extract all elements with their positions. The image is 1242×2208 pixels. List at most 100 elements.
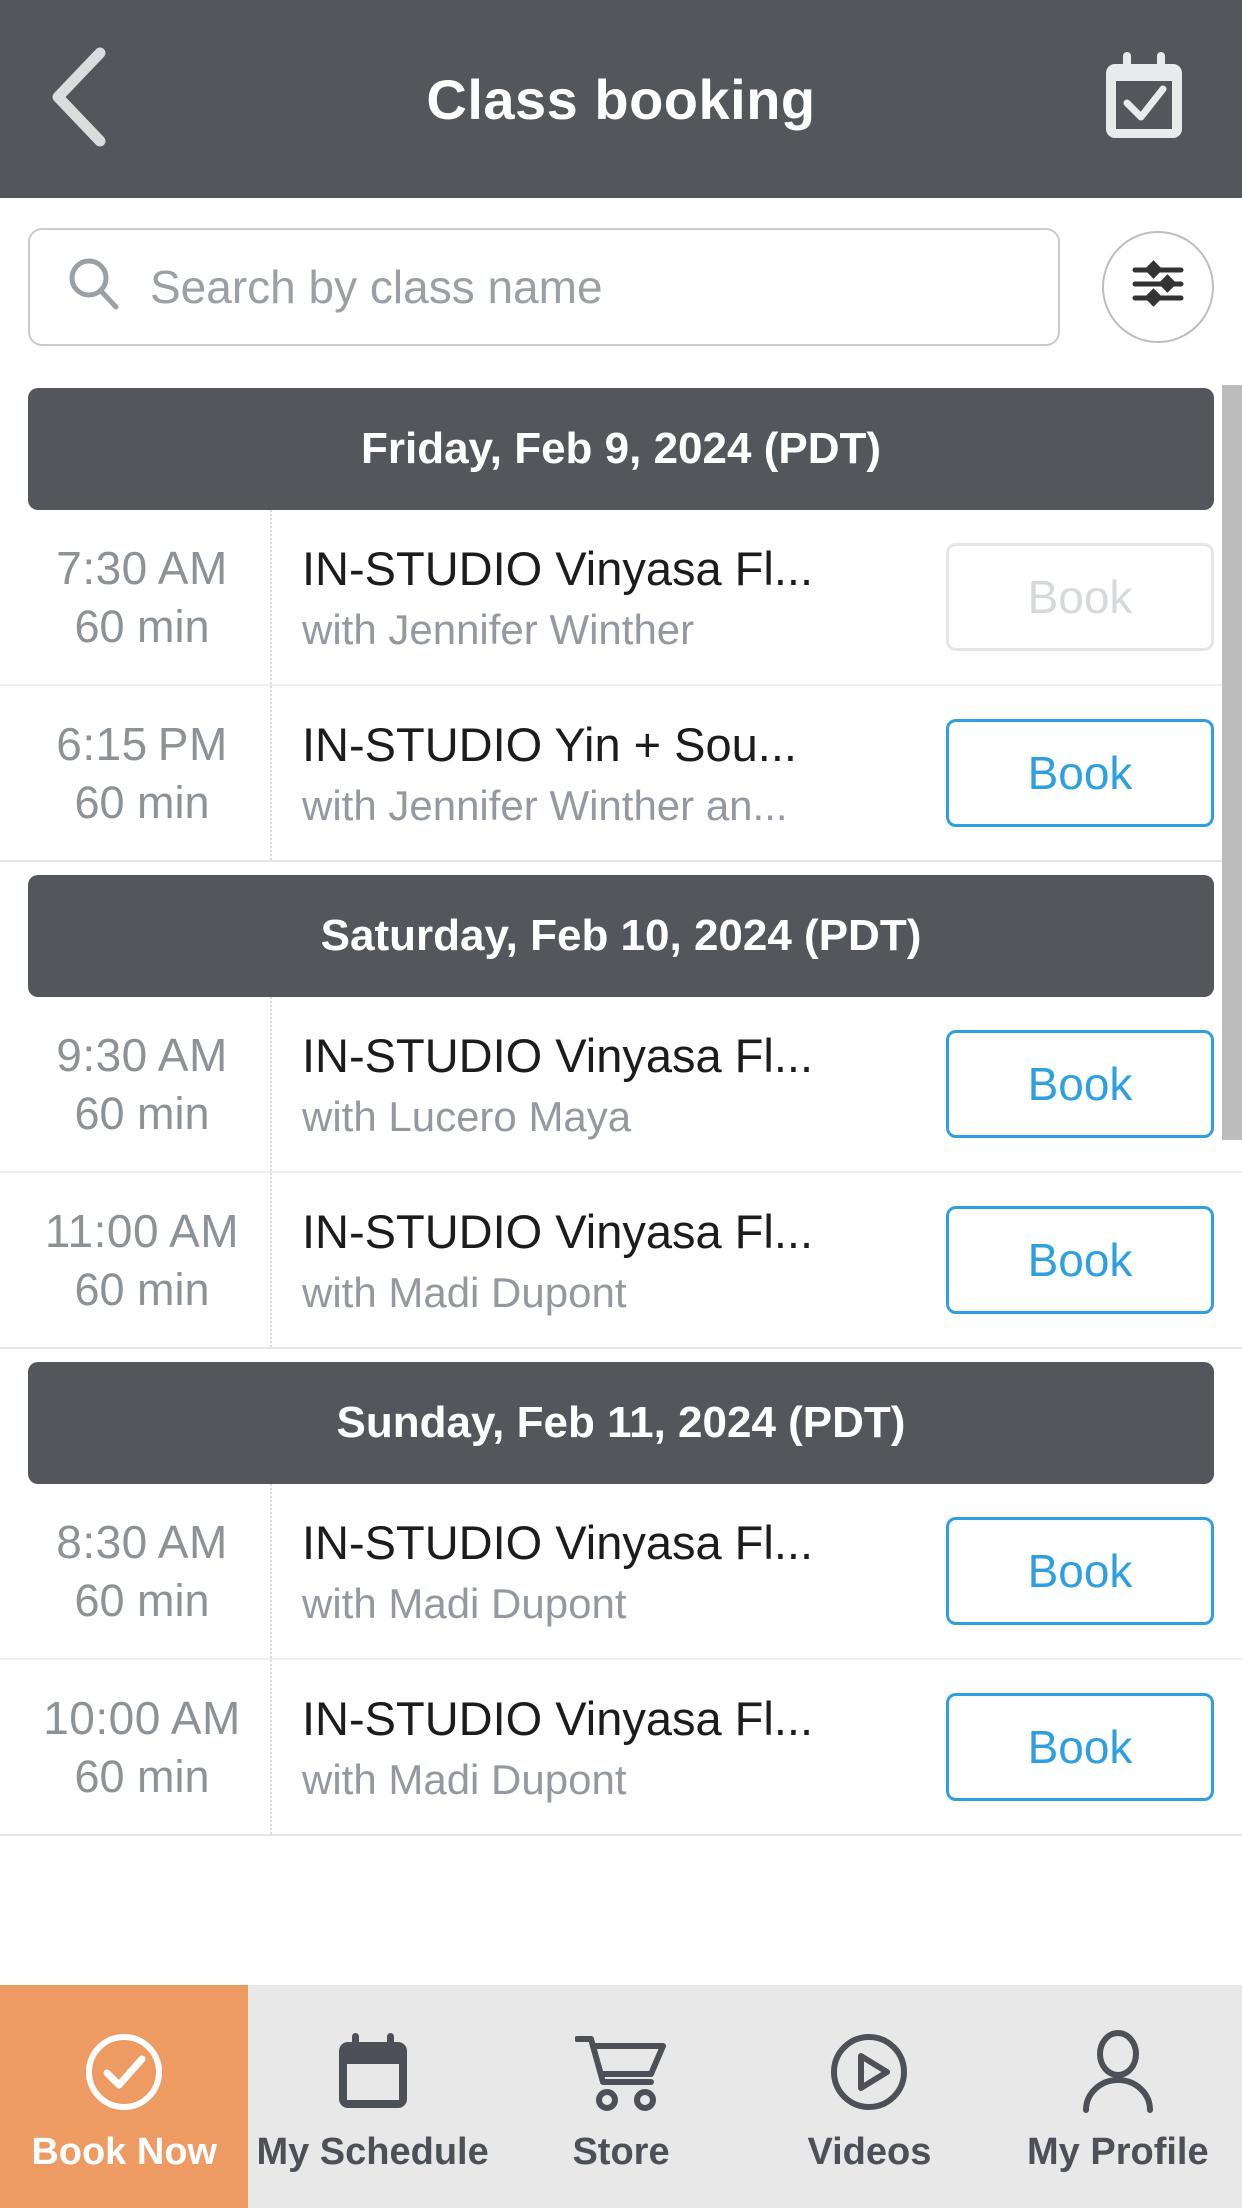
- page-title: Class booking: [426, 67, 816, 131]
- class-name: IN-STUDIO Vinyasa Fl...: [302, 1691, 814, 1745]
- tab-label: Book Now: [31, 2131, 218, 2173]
- class-time-ampm: AM: [157, 1029, 228, 1081]
- class-time-ampm: AM: [170, 1692, 241, 1744]
- day-header: Saturday, Feb 10, 2024 (PDT): [28, 875, 1214, 997]
- class-time-ampm: PM: [157, 718, 228, 770]
- class-time: 7:30 AM: [56, 541, 228, 595]
- class-time-ampm: AM: [169, 1205, 240, 1257]
- class-book-column: Book: [946, 543, 1214, 651]
- filter-button[interactable]: [1102, 230, 1214, 343]
- class-instructor: with Madi Dupont: [302, 1268, 627, 1316]
- class-row[interactable]: 11:00 AM 60 min IN-STUDIO Vinyasa Fl... w…: [0, 1173, 1242, 1349]
- class-instructor: with Lucero Maya: [302, 1092, 632, 1140]
- class-duration: 60 min: [74, 1751, 210, 1802]
- play-circle-icon: [828, 2029, 910, 2115]
- tab-store[interactable]: Store: [497, 1985, 745, 2208]
- class-row[interactable]: 10:00 AM 60 min IN-STUDIO Vinyasa Fl... w…: [0, 1660, 1242, 1836]
- class-duration: 60 min: [74, 1575, 210, 1626]
- class-time-column: 6:15 PM 60 min: [0, 686, 272, 860]
- class-info-column: IN-STUDIO Vinyasa Fl... with Madi Dupont: [272, 1691, 946, 1804]
- tab-label: My Schedule: [256, 2131, 489, 2173]
- class-instructor: with Jennifer Winther an...: [302, 781, 788, 829]
- class-name: IN-STUDIO Vinyasa Fl...: [302, 541, 814, 595]
- book-button[interactable]: Book: [946, 1517, 1214, 1625]
- class-time: 10:00 AM: [43, 1691, 241, 1745]
- class-time-column: 9:30 AM 60 min: [0, 997, 272, 1171]
- tab-my-schedule[interactable]: My Schedule: [248, 1985, 496, 2208]
- class-time-column: 10:00 AM 60 min: [0, 1660, 272, 1834]
- class-time-column: 11:00 AM 60 min: [0, 1173, 272, 1347]
- class-instructor: with Madi Dupont: [302, 1579, 627, 1627]
- book-button[interactable]: Book: [946, 719, 1214, 827]
- class-duration: 60 min: [74, 1088, 210, 1139]
- tab-videos[interactable]: Videos: [745, 1985, 993, 2208]
- class-name: IN-STUDIO Vinyasa Fl...: [302, 1515, 814, 1569]
- book-button[interactable]: Book: [946, 1030, 1214, 1138]
- class-time-column: 8:30 AM 60 min: [0, 1484, 272, 1658]
- calendar-icon: [334, 2029, 412, 2115]
- day-header: Sunday, Feb 11, 2024 (PDT): [28, 1362, 1214, 1484]
- class-info-column: IN-STUDIO Vinyasa Fl... with Madi Dupont: [272, 1204, 946, 1317]
- class-duration: 60 min: [74, 777, 210, 828]
- class-time: 9:30 AM: [56, 1028, 228, 1082]
- class-duration: 60 min: [74, 1264, 210, 1315]
- check-circle-icon: [83, 2029, 165, 2115]
- calendar-check-button[interactable]: [1094, 49, 1194, 149]
- class-time-value: 10:00: [43, 1692, 161, 1744]
- class-info-column: IN-STUDIO Vinyasa Fl... with Lucero Maya: [272, 1028, 946, 1141]
- class-name: IN-STUDIO Vinyasa Fl...: [302, 1028, 814, 1082]
- class-time-ampm: AM: [157, 1516, 228, 1568]
- day-header: Friday, Feb 9, 2024 (PDT): [28, 388, 1214, 510]
- tab-my-profile[interactable]: My Profile: [994, 1985, 1242, 2208]
- scrollbar-track[interactable]: [1222, 375, 1242, 1985]
- book-button: Book: [946, 543, 1214, 651]
- tab-label: Store: [572, 2131, 670, 2173]
- class-info-column: IN-STUDIO Vinyasa Fl... with Jennifer Wi…: [272, 541, 946, 654]
- class-book-column: Book: [946, 1517, 1214, 1625]
- class-list: Friday, Feb 9, 2024 (PDT) 7:30 AM 60 min …: [0, 375, 1242, 1985]
- class-time-value: 7:30: [56, 542, 148, 594]
- class-booking-screen: Class booking Search by class name Frida…: [0, 0, 1242, 2208]
- class-name: IN-STUDIO Yin + Sou...: [302, 717, 797, 771]
- class-row[interactable]: 6:15 PM 60 min IN-STUDIO Yin + Sou... wit…: [0, 686, 1242, 862]
- class-name: IN-STUDIO Vinyasa Fl...: [302, 1204, 814, 1258]
- book-button[interactable]: Book: [946, 1693, 1214, 1801]
- class-row[interactable]: 7:30 AM 60 min IN-STUDIO Vinyasa Fl... wi…: [0, 510, 1242, 686]
- class-time-value: 9:30: [56, 1029, 148, 1081]
- class-info-column: IN-STUDIO Yin + Sou... with Jennifer Win…: [272, 717, 946, 830]
- class-book-column: Book: [946, 719, 1214, 827]
- class-time: 6:15 PM: [56, 717, 228, 771]
- search-placeholder: Search by class name: [150, 260, 603, 313]
- calendar-check-icon: [1101, 51, 1187, 148]
- tab-label: My Profile: [1027, 2131, 1209, 2173]
- class-instructor: with Madi Dupont: [302, 1755, 627, 1803]
- class-time-column: 7:30 AM 60 min: [0, 510, 272, 684]
- class-time-ampm: AM: [157, 542, 228, 594]
- day-header-label: Saturday, Feb 10, 2024 (PDT): [320, 911, 922, 960]
- filter-sliders-icon: [1131, 258, 1185, 315]
- class-book-column: Book: [946, 1030, 1214, 1138]
- class-time: 11:00 AM: [45, 1204, 239, 1258]
- shopping-cart-icon: [575, 2029, 667, 2115]
- class-time-value: 6:15: [56, 718, 148, 770]
- class-book-column: Book: [946, 1693, 1214, 1801]
- bottom-tab-bar: Book Now My Schedule Store Videos My Pro…: [0, 1985, 1242, 2208]
- search-input[interactable]: Search by class name: [28, 227, 1060, 346]
- class-time-value: 8:30: [56, 1516, 148, 1568]
- day-header-label: Sunday, Feb 11, 2024 (PDT): [336, 1398, 906, 1447]
- class-row[interactable]: 8:30 AM 60 min IN-STUDIO Vinyasa Fl... wi…: [0, 1484, 1242, 1660]
- class-instructor: with Jennifer Winther: [302, 605, 695, 653]
- class-book-column: Book: [946, 1206, 1214, 1314]
- app-header: Class booking: [0, 0, 1242, 198]
- tab-label: Videos: [807, 2131, 932, 2173]
- person-icon: [1077, 2029, 1159, 2115]
- search-row: Search by class name: [0, 198, 1242, 375]
- class-list-inner: Friday, Feb 9, 2024 (PDT) 7:30 AM 60 min …: [0, 388, 1242, 1836]
- scrollbar-thumb[interactable]: [1222, 385, 1242, 1140]
- search-icon: [66, 255, 122, 318]
- class-row[interactable]: 9:30 AM 60 min IN-STUDIO Vinyasa Fl... wi…: [0, 997, 1242, 1173]
- tab-book-now[interactable]: Book Now: [0, 1985, 249, 2208]
- book-button[interactable]: Book: [946, 1206, 1214, 1314]
- class-duration: 60 min: [74, 601, 210, 652]
- day-header-label: Friday, Feb 9, 2024 (PDT): [360, 424, 881, 473]
